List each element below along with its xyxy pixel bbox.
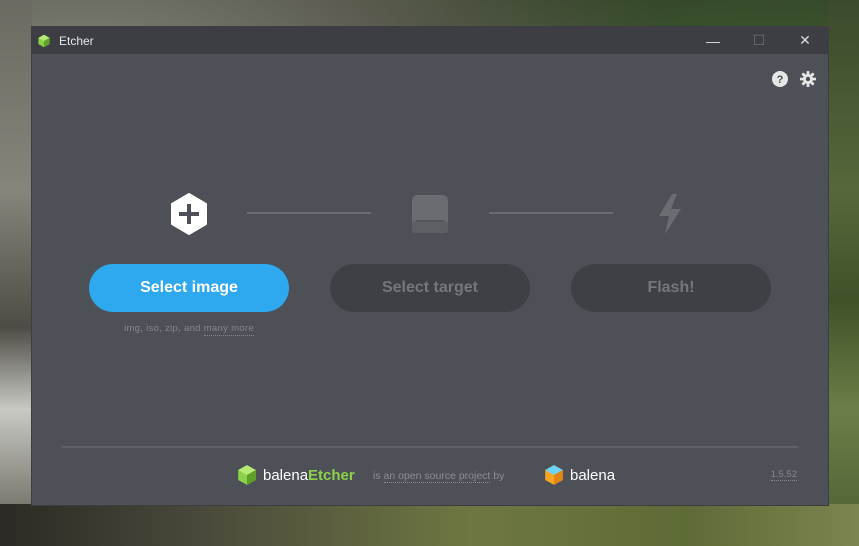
select-image-button[interactable]: Select image xyxy=(89,264,289,312)
settings-icon[interactable] xyxy=(800,71,816,87)
image-formats-hint: img, iso, zip, and many more xyxy=(89,323,289,336)
close-icon: ✕ xyxy=(799,32,811,48)
minimize-icon: — xyxy=(706,32,720,49)
company-name: balena xyxy=(570,466,616,484)
plus-hexagon-icon xyxy=(171,193,207,235)
balena-brand[interactable]: balena xyxy=(543,464,615,486)
notice-is: is xyxy=(373,470,381,482)
step-connector-2 xyxy=(489,212,613,214)
open-source-notice: is an open source project by xyxy=(373,470,505,483)
version-label[interactable]: 1.5.52 xyxy=(770,469,797,481)
balena-etcher-logo-icon xyxy=(238,465,256,485)
flash-button[interactable]: Flash! xyxy=(571,264,771,312)
minimize-button[interactable]: — xyxy=(690,27,736,54)
balena-etcher-brand[interactable]: balena Etcher xyxy=(236,464,355,486)
open-source-link[interactable]: an open source project xyxy=(383,470,491,483)
maximize-icon: ☐ xyxy=(752,32,766,48)
many-more-link[interactable]: many more xyxy=(203,323,254,336)
lightning-icon xyxy=(659,194,681,234)
balena-logo-icon xyxy=(545,465,563,485)
drive-icon xyxy=(412,195,448,233)
footer-divider xyxy=(62,446,798,448)
footer: balena Etcher is an open source project b… xyxy=(32,464,828,488)
image-formats-text: img, iso, zip, and xyxy=(124,323,201,334)
select-target-button[interactable]: Select target xyxy=(330,264,530,312)
brand-suffix: Etcher xyxy=(308,466,355,484)
step-connector-1 xyxy=(247,212,371,214)
help-icon[interactable]: ? xyxy=(772,71,788,87)
brand-prefix: balena xyxy=(263,466,309,484)
etcher-window: Etcher — ☐ ✕ ? Select image Select targe… xyxy=(32,27,828,505)
notice-by: by xyxy=(493,470,505,482)
svg-text:?: ? xyxy=(777,74,784,86)
window-title: Etcher xyxy=(59,33,94,48)
desktop-background-left xyxy=(0,0,32,546)
title-bar[interactable]: Etcher — ☐ ✕ xyxy=(32,27,828,54)
top-right-toolbar: ? xyxy=(772,71,816,87)
desktop-background-bottom xyxy=(0,504,859,546)
close-button[interactable]: ✕ xyxy=(782,27,828,54)
maximize-button[interactable]: ☐ xyxy=(736,27,782,54)
desktop-background-right xyxy=(828,0,859,546)
etcher-app-icon xyxy=(38,34,50,47)
